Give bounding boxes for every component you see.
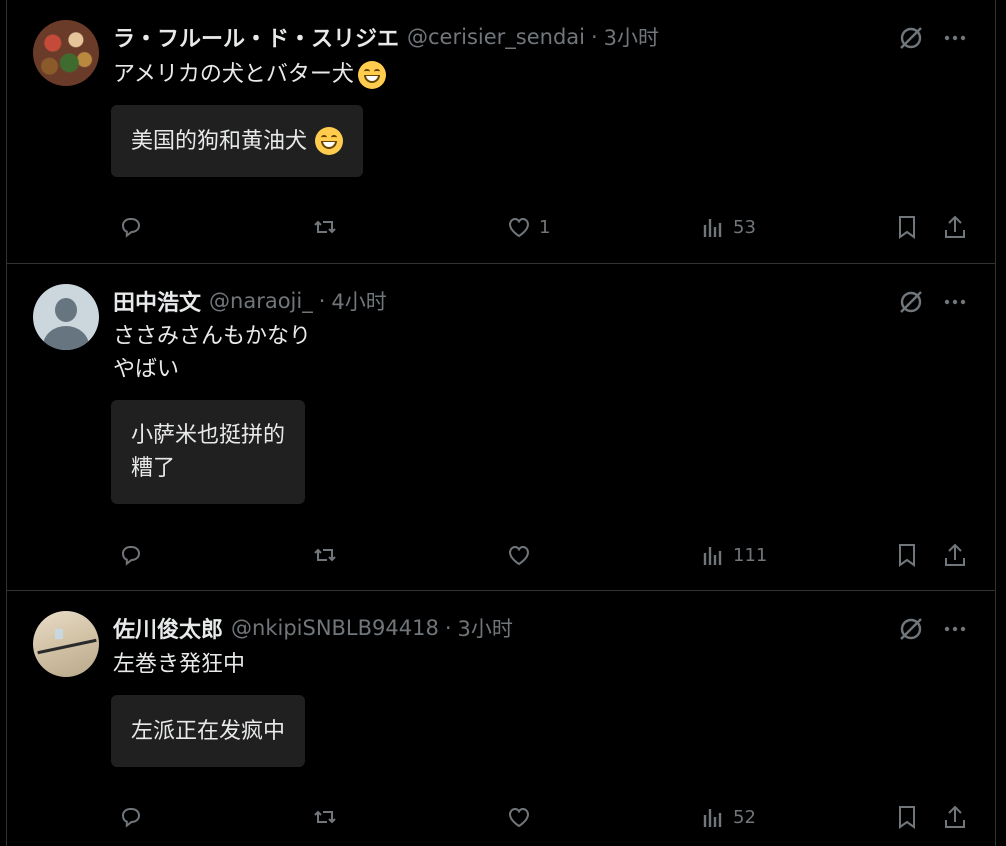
user-handle[interactable]: @cerisier_sendai	[407, 25, 585, 49]
post[interactable]: 田中浩文 @naraoji_ · 4小时 ささみさんもかなり やばい 小萨米也挺…	[7, 264, 995, 591]
timestamp[interactable]: 4小时	[331, 286, 386, 316]
bookmark-button[interactable]	[893, 213, 921, 241]
grinning-emoji	[357, 61, 386, 89]
repost-icon	[314, 548, 336, 562]
timestamp[interactable]: 3小时	[604, 22, 659, 52]
post-text: 左巻き発狂中	[113, 652, 246, 677]
repost-button[interactable]	[311, 803, 339, 831]
views-button[interactable]: 111	[699, 541, 767, 569]
avatar[interactable]	[33, 20, 99, 86]
repost-button[interactable]	[311, 213, 339, 241]
reply-button[interactable]	[117, 213, 145, 241]
like-button[interactable]: 1	[505, 213, 550, 241]
bookmark-icon	[899, 544, 915, 567]
action-bar: 52	[111, 801, 971, 833]
action-bar: 111	[111, 539, 971, 571]
post-text: アメリカの犬とバター犬	[113, 58, 386, 91]
like-count: 1	[539, 216, 551, 238]
post-header: ラ・フルール・ド・スリジエ @cerisier_sendai · 3小时	[113, 22, 659, 52]
display-name[interactable]: 佐川俊太郎	[113, 612, 223, 644]
display-name[interactable]: ラ・フルール・ド・スリジエ	[113, 21, 399, 53]
user-handle[interactable]: @nkipiSNBLB94418	[231, 616, 439, 640]
post-text-content: アメリカの犬とバター犬	[113, 62, 354, 87]
bookmark-button[interactable]	[893, 541, 921, 569]
grok-icon[interactable]	[897, 615, 925, 643]
reply-icon	[121, 808, 141, 828]
views-icon	[703, 809, 722, 827]
more-icon[interactable]	[941, 615, 969, 643]
view-count: 111	[733, 544, 768, 566]
heart-icon	[508, 807, 530, 828]
grok-icon[interactable]	[897, 288, 925, 316]
views-button[interactable]: 53	[699, 213, 756, 241]
grok-icon[interactable]	[897, 24, 925, 52]
separator: ·	[444, 616, 452, 640]
share-icon	[945, 543, 965, 566]
repost-icon	[314, 810, 336, 824]
share-icon	[945, 215, 965, 238]
like-button[interactable]	[505, 541, 533, 569]
post[interactable]: ラ・フルール・ド・スリジエ @cerisier_sendai · 3小时 アメリ…	[7, 0, 995, 264]
views-icon	[703, 219, 722, 237]
translation-text: 左派正在发疯中	[131, 718, 286, 744]
view-count: 52	[733, 806, 756, 828]
share-button[interactable]	[941, 803, 969, 831]
post-text: ささみさんもかなり やばい	[113, 324, 312, 382]
reply-icon	[121, 218, 141, 238]
grinning-emoji	[315, 127, 344, 155]
more-icon[interactable]	[941, 288, 969, 316]
action-bar: 1 53	[111, 211, 971, 243]
share-icon	[945, 805, 965, 828]
separator: ·	[318, 289, 326, 313]
timestamp[interactable]: 3小时	[458, 613, 513, 643]
bookmark-icon	[899, 806, 915, 829]
translation-box: 左派正在发疯中	[111, 695, 306, 767]
display-name[interactable]: 田中浩文	[113, 285, 201, 317]
heart-icon	[508, 217, 530, 238]
reply-icon	[121, 546, 141, 566]
translation-box: 美国的狗和黄油犬	[111, 105, 364, 177]
translation-box: 小萨米也挺拼的 糟了	[111, 400, 306, 504]
post-header: 田中浩文 @naraoji_ · 4小时	[113, 286, 387, 316]
share-button[interactable]	[941, 213, 969, 241]
separator: ·	[590, 25, 598, 49]
share-button[interactable]	[941, 541, 969, 569]
translation-text: 小萨米也挺拼的 糟了	[131, 423, 286, 481]
post[interactable]: 佐川俊太郎 @nkipiSNBLB94418 · 3小时 左巻き発狂中 左派正在…	[7, 591, 995, 846]
translation-text: 美国的狗和黄油犬	[131, 128, 308, 154]
post-header: 佐川俊太郎 @nkipiSNBLB94418 · 3小时	[113, 613, 513, 643]
views-button[interactable]: 52	[699, 803, 756, 831]
avatar[interactable]	[33, 284, 99, 350]
repost-icon	[314, 220, 336, 234]
repost-button[interactable]	[311, 541, 339, 569]
heart-icon	[508, 545, 530, 566]
reply-button[interactable]	[117, 541, 145, 569]
user-handle[interactable]: @naraoji_	[209, 289, 313, 313]
view-count: 53	[733, 216, 756, 238]
views-icon	[703, 547, 722, 565]
timeline-feed: ラ・フルール・ド・スリジエ @cerisier_sendai · 3小时 アメリ…	[6, 0, 996, 846]
bookmark-icon	[899, 216, 915, 239]
bookmark-button[interactable]	[893, 803, 921, 831]
reply-button[interactable]	[117, 803, 145, 831]
avatar[interactable]	[33, 611, 99, 677]
more-icon[interactable]	[941, 24, 969, 52]
like-button[interactable]	[505, 803, 533, 831]
